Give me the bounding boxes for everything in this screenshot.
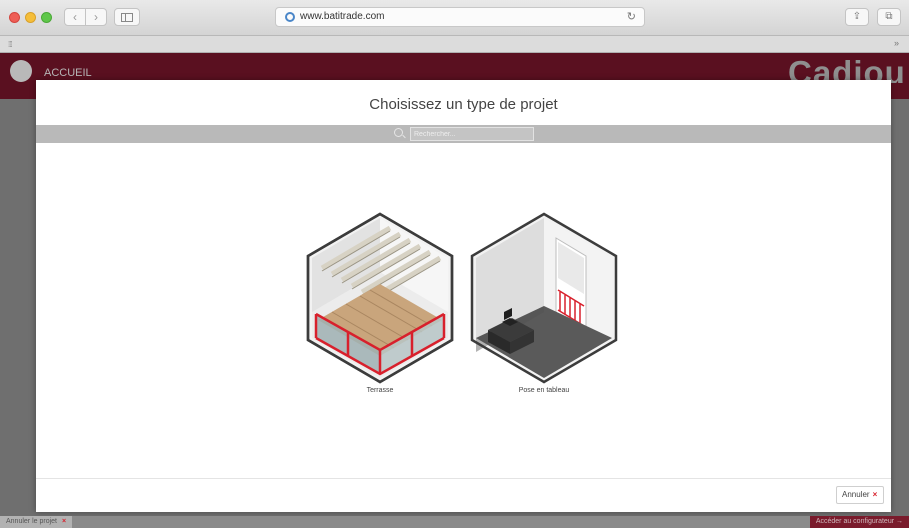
window-maximize-button[interactable] [41, 12, 52, 23]
project-label-terrasse: Terrasse [366, 387, 394, 394]
search-icon [394, 128, 403, 137]
site-logo-icon [10, 60, 32, 82]
bottom-bar: Annuler le projet × Accéder au configura… [0, 516, 909, 528]
arrow-right-icon: → [896, 518, 903, 525]
project-card-terrasse[interactable]: Terrasse [304, 212, 456, 394]
tabs-icon: ⧉ [885, 11, 893, 22]
window-minimize-button[interactable] [25, 12, 36, 23]
reload-icon[interactable]: ↻ [627, 10, 636, 23]
go-to-configurator-button[interactable]: Accéder au configurateur → [809, 516, 909, 528]
back-button[interactable]: ‹ [64, 8, 86, 26]
grid-icon[interactable]: ⁞⁞⁞ [8, 40, 13, 49]
share-button[interactable]: ⇪ [845, 8, 869, 26]
pose-en-tableau-illustration-icon [470, 212, 618, 384]
sidebar-icon [121, 13, 133, 22]
forward-button[interactable]: › [85, 8, 107, 26]
search-input[interactable] [410, 127, 534, 141]
window-close-button[interactable] [9, 12, 20, 23]
more-icon[interactable]: » [894, 38, 899, 48]
cancel-project-label: Annuler le projet [6, 518, 57, 525]
share-icon: ⇪ [852, 11, 862, 22]
nav-accueil-link[interactable]: ACCUEIL [44, 67, 92, 79]
tabs-button[interactable]: ⧉ [877, 8, 901, 26]
terrasse-illustration-icon [306, 212, 454, 384]
close-icon: × [61, 518, 67, 525]
go-to-configurator-label: Accéder au configurateur [815, 518, 895, 525]
chevron-left-icon: ‹ [73, 10, 77, 24]
search-bar [36, 125, 891, 143]
project-type-modal: Choisissez un type de projet Rechercher.… [36, 80, 891, 512]
brand-logo-text: Cadiou [788, 54, 906, 83]
favorites-bar: ⁞⁞⁞ » [0, 36, 909, 53]
modal-title: Choisissez un type de projet [369, 96, 558, 113]
modal-footer-divider [36, 478, 891, 479]
site-favicon-icon [285, 12, 295, 22]
cancel-button-label: Annuler [842, 490, 870, 499]
cancel-button[interactable]: Annuler × [836, 486, 884, 504]
address-bar[interactable]: www.batitrade.com ↻ [275, 7, 645, 27]
url-text: www.batitrade.com [300, 11, 385, 22]
project-label-pose-en-tableau: Pose en tableau [518, 387, 570, 394]
chevron-right-icon: › [94, 10, 98, 24]
cancel-project-button[interactable]: Annuler le projet × [0, 516, 73, 528]
close-icon: × [872, 490, 878, 499]
sidebar-toggle-button[interactable] [114, 8, 140, 26]
browser-titlebar: ‹ › www.batitrade.com ↻ ⇪ ⧉ [0, 0, 909, 36]
project-card-pose-en-tableau[interactable]: Pose en tableau [468, 212, 620, 394]
